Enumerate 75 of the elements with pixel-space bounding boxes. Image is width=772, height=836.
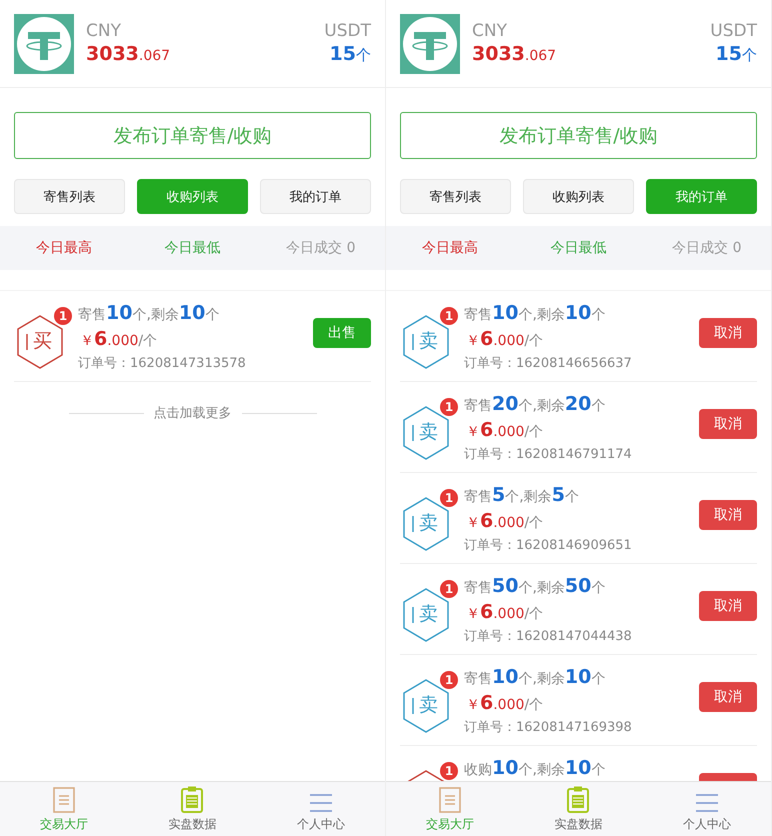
count-badge: 1 <box>440 307 458 325</box>
clipboard-icon[interactable] <box>181 786 204 813</box>
stat-label: 今日最高 <box>421 239 480 257</box>
cny-balance: 3033.067 <box>86 42 172 66</box>
stat-label: 今日最低 <box>163 239 222 257</box>
price-text: ￥6.000/个 <box>465 510 544 534</box>
publish-order-button[interactable]: 发布订单寄售/收购 <box>400 112 757 159</box>
usdt-balance: 15个 <box>330 42 371 67</box>
cancel-button[interactable]: 取消 <box>699 318 757 348</box>
publish-order-button[interactable]: 发布订单寄售/收购 <box>14 112 371 159</box>
order-type-label: 卖 <box>419 603 438 625</box>
list-tab[interactable]: 寄售列表 <box>14 179 125 214</box>
nav-label[interactable]: 交易大厅 <box>40 816 88 833</box>
quantity-text: 寄售20个,剩余20个 <box>464 393 606 417</box>
order-type-label: 卖 <box>419 330 438 352</box>
order-number: 订单号：16208147169398 <box>464 719 633 736</box>
cancel-button[interactable]: 取消 <box>699 591 757 621</box>
cancel-button[interactable]: 取消 <box>699 500 757 530</box>
cancel-button[interactable]: 取消 <box>699 409 757 439</box>
price-text: ￥6.000/个 <box>465 328 544 352</box>
currency-label: USDT <box>324 20 371 42</box>
price-text: ￥6.000/个 <box>79 328 158 352</box>
price-text: ￥6.000/个 <box>465 692 544 716</box>
nav-label[interactable]: 实盘数据 <box>168 816 216 833</box>
clipboard-icon[interactable] <box>567 786 590 813</box>
nav-label[interactable]: 实盘数据 <box>554 816 602 833</box>
list-tab[interactable]: 收购列表 <box>137 179 248 214</box>
tether-logo <box>400 14 460 74</box>
nav-label[interactable]: 个人中心 <box>296 816 345 833</box>
nav-label[interactable]: 交易大厅 <box>426 816 474 833</box>
list-tab[interactable]: 收购列表 <box>523 179 634 214</box>
count-badge: 1 <box>440 762 458 780</box>
currency-label: CNY <box>86 20 122 42</box>
order-type-label: 卖 <box>419 512 438 534</box>
document-icon[interactable] <box>53 787 76 813</box>
cny-balance: 3033.067 <box>472 42 558 66</box>
order-type-label: 卖 <box>419 694 438 716</box>
tether-logo <box>14 14 74 74</box>
currency-label: USDT <box>710 20 757 42</box>
price-text: ￥6.000/个 <box>465 601 544 625</box>
list-tab[interactable]: 我的订单 <box>260 179 371 214</box>
load-more-link[interactable]: 点击加载更多 <box>154 404 232 422</box>
cancel-button[interactable]: 取消 <box>699 682 757 712</box>
quantity-text: 寄售50个,剩余50个 <box>464 575 606 599</box>
list-tab[interactable]: 我的订单 <box>646 179 757 214</box>
order-number: 订单号：16208146909651 <box>464 537 633 554</box>
sell-button[interactable]: 出售 <box>313 318 371 348</box>
count-badge: 1 <box>440 489 458 507</box>
order-number: 订单号：16208147313578 <box>78 355 247 372</box>
order-number: 订单号：16208146791174 <box>464 446 633 463</box>
quantity-text: 收购10个,剩余10个 <box>464 757 606 781</box>
list-tab[interactable]: 寄售列表 <box>400 179 511 214</box>
price-text: ￥6.000/个 <box>465 419 544 443</box>
stat-label: 今日成交 0 <box>671 239 742 257</box>
count-badge: 1 <box>440 580 458 598</box>
count-badge: 1 <box>440 398 458 416</box>
order-number: 订单号：16208146656637 <box>464 355 633 372</box>
order-type-label: 买 <box>33 330 52 352</box>
order-type-label: 卖 <box>419 421 438 443</box>
menu-icon[interactable] <box>308 793 333 813</box>
stat-label: 今日最低 <box>549 239 608 257</box>
quantity-text: 寄售10个,剩余10个 <box>464 302 606 326</box>
quantity-text: 寄售10个,剩余10个 <box>78 302 220 326</box>
usdt-balance: 15个 <box>716 42 757 67</box>
stat-label: 今日成交 0 <box>285 239 356 257</box>
nav-label[interactable]: 个人中心 <box>682 816 731 833</box>
document-icon[interactable] <box>439 787 462 813</box>
count-badge: 1 <box>440 671 458 689</box>
quantity-text: 寄售10个,剩余10个 <box>464 666 606 690</box>
count-badge: 1 <box>54 307 72 325</box>
currency-label: CNY <box>472 20 508 42</box>
quantity-text: 寄售5个,剩余5个 <box>464 484 580 508</box>
menu-icon[interactable] <box>694 793 719 813</box>
order-number: 订单号：16208147044438 <box>464 628 633 645</box>
stat-label: 今日最高 <box>35 239 94 257</box>
